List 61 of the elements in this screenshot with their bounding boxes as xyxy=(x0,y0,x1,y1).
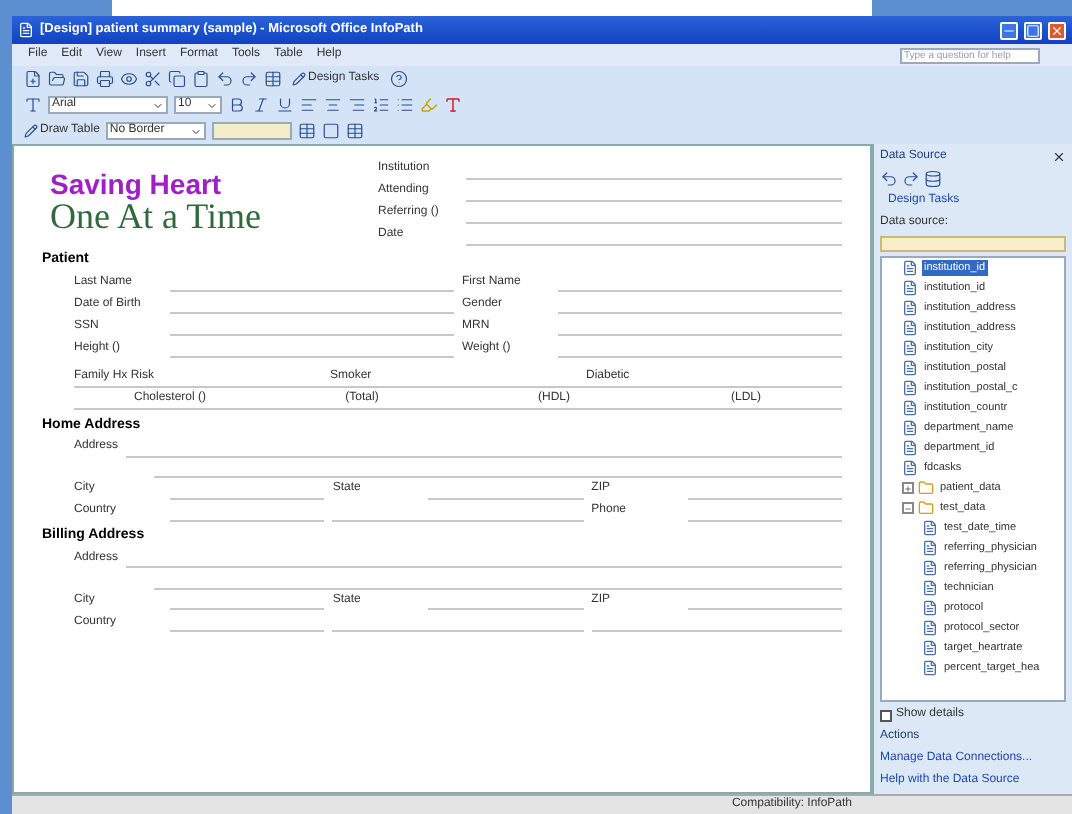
field-icon xyxy=(922,520,938,536)
folder-icon xyxy=(918,500,934,516)
minimize-button[interactable] xyxy=(1000,21,1018,39)
bold-icon[interactable] xyxy=(228,96,246,114)
forward-icon[interactable] xyxy=(902,170,920,188)
undo-icon[interactable] xyxy=(216,70,234,88)
field-icon xyxy=(902,300,918,316)
table-icon[interactable] xyxy=(297,122,316,140)
table-icon[interactable] xyxy=(264,70,282,88)
close-button[interactable] xyxy=(1048,21,1066,39)
new-file-icon[interactable] xyxy=(24,70,42,88)
cut-icon[interactable] xyxy=(144,70,162,88)
printer-icon[interactable] xyxy=(96,70,114,88)
logo-title: Saving Heart xyxy=(50,170,224,198)
preview-icon[interactable] xyxy=(120,70,138,88)
field-icon xyxy=(902,360,918,376)
database-icon[interactable] xyxy=(924,170,942,188)
checkbox[interactable] xyxy=(880,709,892,721)
text-icon[interactable] xyxy=(24,96,42,114)
field-icon xyxy=(902,320,918,336)
field-icon xyxy=(922,560,938,576)
back-icon[interactable] xyxy=(880,170,898,188)
field-icon xyxy=(922,580,938,596)
help-icon[interactable] xyxy=(389,70,408,88)
field-icon xyxy=(922,660,938,676)
field-icon xyxy=(902,280,918,296)
align-left-icon[interactable] xyxy=(300,96,318,114)
logo-subtitle: One At a Time xyxy=(50,198,264,234)
font-color-icon[interactable] xyxy=(444,96,462,114)
folder-icon[interactable] xyxy=(48,70,66,88)
field-icon xyxy=(922,620,938,636)
field-icon xyxy=(902,260,918,276)
app-icon xyxy=(18,22,34,38)
field-icon xyxy=(902,340,918,356)
field-icon xyxy=(922,600,938,616)
field-icon xyxy=(902,440,918,456)
italic-icon[interactable] xyxy=(252,96,270,114)
folder-icon xyxy=(918,480,934,496)
save-icon[interactable] xyxy=(72,70,90,88)
maximize-button[interactable] xyxy=(1024,21,1042,39)
field-icon xyxy=(902,400,918,416)
field-icon xyxy=(922,540,938,556)
field-icon xyxy=(902,460,918,476)
grid-icon[interactable] xyxy=(345,122,364,140)
field-icon xyxy=(902,420,918,436)
bullet-list-icon[interactable] xyxy=(396,96,414,114)
pencil-icon xyxy=(292,72,306,86)
expand-toggle[interactable] xyxy=(902,502,914,514)
field-icon xyxy=(902,380,918,396)
numbered-list-icon[interactable] xyxy=(372,96,390,114)
border-icon[interactable] xyxy=(321,122,340,140)
pencil-icon xyxy=(24,124,38,138)
clipboard-icon[interactable] xyxy=(192,70,210,88)
expand-toggle[interactable] xyxy=(902,482,914,494)
align-right-icon[interactable] xyxy=(348,96,366,114)
underline-icon[interactable] xyxy=(276,96,294,114)
field-icon xyxy=(922,640,938,656)
close-icon[interactable] xyxy=(1052,150,1066,164)
align-center-icon[interactable] xyxy=(324,96,342,114)
redo-icon[interactable] xyxy=(240,70,258,88)
copy-icon[interactable] xyxy=(168,70,186,88)
